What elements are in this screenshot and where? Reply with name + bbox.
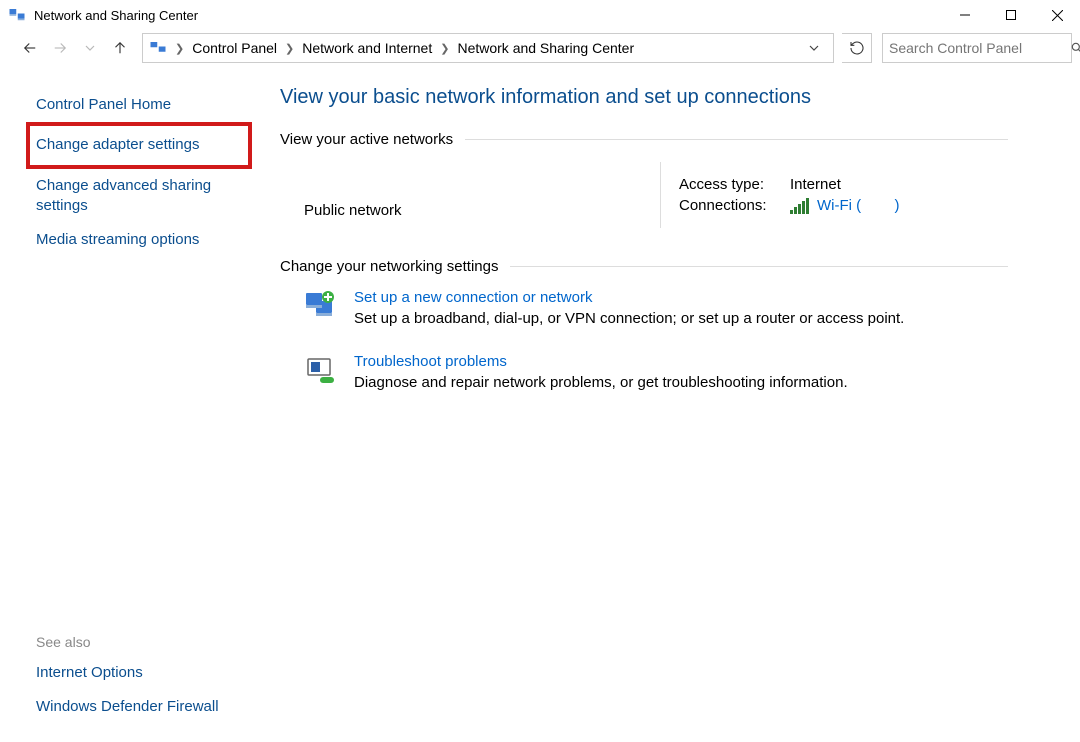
breadcrumb-icon <box>147 39 169 57</box>
minimize-button[interactable] <box>942 0 988 30</box>
item-troubleshoot[interactable]: Troubleshoot problems Diagnose and repai… <box>280 353 1008 391</box>
highlight-box: Change adapter settings <box>26 122 252 168</box>
item-new-connection[interactable]: Set up a new connection or network Set u… <box>280 289 1008 327</box>
troubleshoot-title: Troubleshoot problems <box>354 353 848 370</box>
change-settings-label: Change your networking settings <box>280 258 498 275</box>
see-also-firewall[interactable]: Windows Defender Firewall <box>36 690 242 724</box>
connection-suffix: ) <box>895 197 900 214</box>
search-box[interactable] <box>882 33 1072 63</box>
window-title: Network and Sharing Center <box>34 8 198 23</box>
app-icon <box>8 6 26 24</box>
active-network-block: Public network Access type: Internet Con… <box>280 162 1008 228</box>
network-right: Access type: Internet Connections: Wi-Fi… <box>660 162 900 228</box>
chevron-right-icon: ❯ <box>279 42 300 55</box>
recent-dropdown[interactable] <box>76 34 104 62</box>
content: Control Panel Home Change adapter settin… <box>0 66 1080 742</box>
troubleshoot-icon <box>304 353 338 387</box>
access-type-label: Access type: <box>679 176 784 193</box>
new-connection-desc: Set up a broadband, dial-up, or VPN conn… <box>354 310 904 327</box>
nav-bar: ❯ Control Panel ❯ Network and Internet ❯… <box>0 30 1080 66</box>
sidebar-home[interactable]: Control Panel Home <box>36 88 242 122</box>
chevron-right-icon: ❯ <box>169 42 190 55</box>
back-button[interactable] <box>16 34 44 62</box>
see-also-label: See also <box>36 634 242 650</box>
breadcrumb[interactable]: ❯ Control Panel ❯ Network and Internet ❯… <box>142 33 834 63</box>
wifi-signal-icon <box>790 198 809 214</box>
chevron-down-icon[interactable] <box>799 43 829 53</box>
new-connection-icon <box>304 289 338 323</box>
active-networks-header: View your active networks <box>280 131 1008 148</box>
see-also-internet-options[interactable]: Internet Options <box>36 656 242 690</box>
maximize-button[interactable] <box>988 0 1034 30</box>
connections-label: Connections: <box>679 197 784 214</box>
close-button[interactable] <box>1034 0 1080 30</box>
sidebar-media-streaming[interactable]: Media streaming options <box>36 223 242 257</box>
search-input[interactable] <box>889 40 1070 56</box>
new-connection-title: Set up a new connection or network <box>354 289 904 306</box>
network-type: Public network <box>304 202 660 219</box>
chevron-right-icon: ❯ <box>434 42 455 55</box>
sidebar: Control Panel Home Change adapter settin… <box>0 66 260 742</box>
up-button[interactable] <box>106 34 134 62</box>
page-heading: View your basic network information and … <box>280 86 1008 109</box>
window-controls <box>942 0 1080 30</box>
sidebar-advanced-sharing[interactable]: Change advanced sharing settings <box>36 169 242 224</box>
access-type-value: Internet <box>790 176 841 193</box>
connection-link[interactable]: Wi-Fi ( ) <box>817 197 900 214</box>
breadcrumb-item[interactable]: Control Panel <box>190 40 279 56</box>
title-bar: Network and Sharing Center <box>0 0 1080 30</box>
refresh-button[interactable] <box>842 33 872 63</box>
sidebar-adapter-settings[interactable]: Change adapter settings <box>36 128 242 162</box>
change-settings-header: Change your networking settings <box>280 258 1008 275</box>
see-also: See also Internet Options Windows Defend… <box>36 634 242 725</box>
troubleshoot-desc: Diagnose and repair network problems, or… <box>354 374 848 391</box>
forward-button[interactable] <box>46 34 74 62</box>
active-networks-label: View your active networks <box>280 131 453 148</box>
connection-name: Wi-Fi ( <box>817 197 861 214</box>
main-panel: View your basic network information and … <box>260 66 1080 742</box>
search-icon[interactable] <box>1070 41 1080 55</box>
network-left: Public network <box>280 162 660 228</box>
breadcrumb-item[interactable]: Network and Internet <box>300 40 434 56</box>
breadcrumb-item[interactable]: Network and Sharing Center <box>455 40 636 56</box>
